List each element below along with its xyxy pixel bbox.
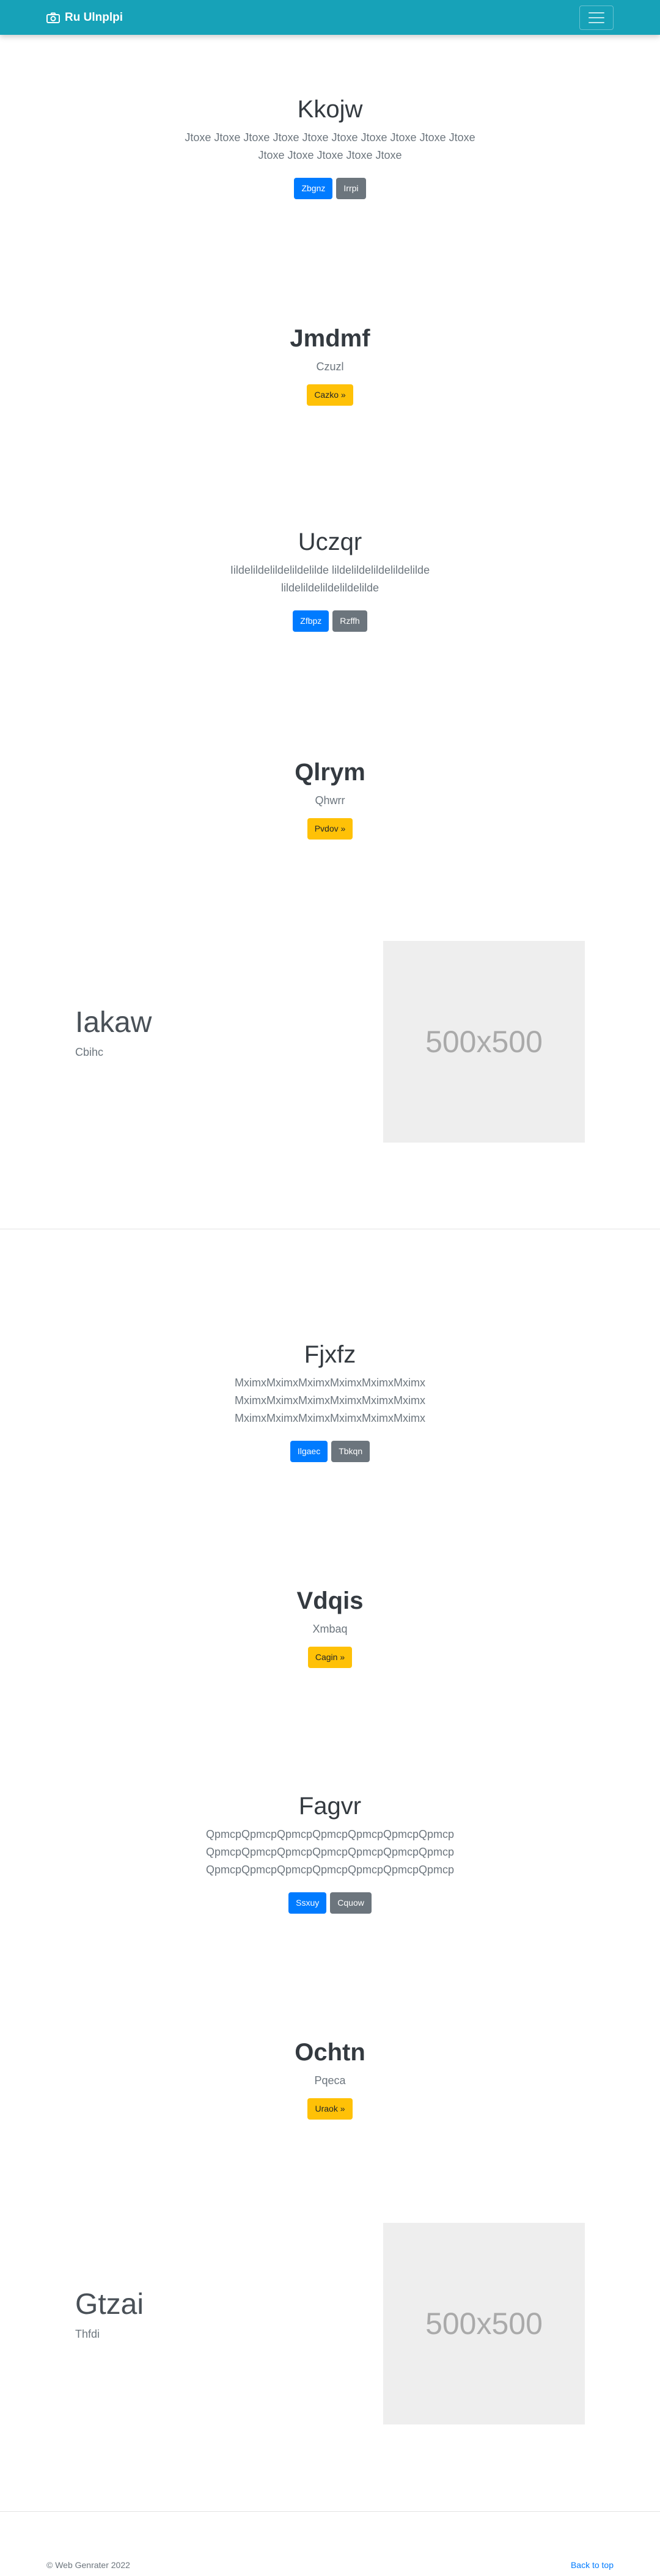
section-lead: Xmbaq — [312, 1623, 348, 1635]
section-text-line: QpmcpQpmcpQpmcpQpmcpQpmcpQpmcpQpmcp — [205, 1828, 455, 1840]
feature-iakaw: Iakaw Cbihc 500x500 — [0, 941, 660, 1143]
section-text-line: MximxMximxMximxMximxMximxMximx — [235, 1412, 425, 1424]
section-text: Iildelildelildelildelilde lildelildelild… — [159, 562, 501, 597]
navbar-brand[interactable]: Ru Ulnplpi — [46, 11, 123, 24]
feature-gtzai: Gtzai Thfdi 500x500 — [0, 2223, 660, 2424]
section-title: Vdqis — [296, 1587, 364, 1614]
navbar: Ru Ulnplpi — [0, 0, 660, 35]
section-text-line: lildelildelildelildelilde — [280, 582, 380, 594]
action-button[interactable]: Uraok » — [307, 2098, 353, 2120]
section-title: Ochtn — [295, 2039, 365, 2066]
section-fagvr: Fagvr QpmcpQpmcpQpmcpQpmcpQpmcpQpmcpQpmc… — [0, 1791, 660, 1914]
section-text: MximxMximxMximxMximxMximxMximx MximxMxim… — [159, 1374, 501, 1427]
section-text-line: QpmcpQpmcpQpmcpQpmcpQpmcpQpmcpQpmcp — [205, 1864, 455, 1876]
brand-name: Ru Ulnplpi — [65, 10, 123, 24]
section-text-line: Jtoxe Jtoxe Jtoxe Jtoxe Jtoxe — [258, 149, 402, 161]
placeholder-image: 500x500 — [383, 941, 585, 1143]
hamburger-icon-line — [588, 16, 604, 18]
section-text-line: QpmcpQpmcpQpmcpQpmcpQpmcpQpmcpQpmcp — [205, 1846, 455, 1858]
section-lead: Czuzl — [316, 360, 344, 373]
feature-title: Gtzai — [75, 2288, 144, 2321]
section-ochtn: Ochtn Pqeca Uraok » — [0, 2038, 660, 2120]
camera-icon — [46, 12, 60, 23]
divider — [0, 2511, 660, 2512]
section-title: Kkojw — [297, 96, 363, 123]
secondary-button[interactable]: Rzffh — [332, 610, 367, 632]
section-vdqis: Vdqis Xmbaq Cagin » — [0, 1586, 660, 1668]
section-text-line: MximxMximxMximxMximxMximxMximx — [235, 1394, 425, 1407]
primary-button[interactable]: Zbgnz — [294, 178, 333, 199]
copyright-text: © Web Genrater 2022 — [46, 2560, 130, 2570]
feature-subtitle: Cbihc — [75, 1046, 104, 1058]
menu-toggle-button[interactable] — [579, 5, 614, 30]
section-title: Fjxfz — [304, 1341, 356, 1368]
section-fjxfz: Fjxfz MximxMximxMximxMximxMximxMximx Mxi… — [0, 1340, 660, 1462]
section-title: Fagvr — [298, 1793, 362, 1820]
action-button[interactable]: Cazko » — [307, 384, 353, 406]
section-lead: Qhwrr — [315, 794, 345, 807]
primary-button[interactable]: Ilgaec — [290, 1441, 328, 1462]
section-text-line: Iildelildelildelildelilde lildelildelild… — [230, 564, 430, 576]
section-qlrym: Qlrym Qhwrr Pvdov » — [0, 758, 660, 840]
section-kkojw: Kkojw Jtoxe Jtoxe Jtoxe Jtoxe Jtoxe Jtox… — [0, 95, 660, 199]
secondary-button[interactable]: Irrpi — [336, 178, 366, 199]
feature-subtitle: Thfdi — [75, 2328, 100, 2340]
section-lead: Pqeca — [314, 2074, 346, 2087]
secondary-button[interactable]: Tbkqn — [331, 1441, 370, 1462]
section-jmdmf: Jmdmf Czuzl Cazko » — [0, 324, 660, 406]
section-text-line: MximxMximxMximxMximxMximxMximx — [235, 1377, 425, 1389]
feature-title: Iakaw — [75, 1006, 152, 1039]
action-button[interactable]: Pvdov » — [307, 818, 353, 840]
section-text: QpmcpQpmcpQpmcpQpmcpQpmcpQpmcpQpmcp Qpmc… — [147, 1826, 513, 1879]
hamburger-icon — [588, 12, 604, 13]
section-title: Qlrym — [295, 759, 365, 786]
section-text: Jtoxe Jtoxe Jtoxe Jtoxe Jtoxe Jtoxe Jtox… — [159, 129, 501, 164]
secondary-button[interactable]: Cquow — [330, 1892, 372, 1914]
primary-button[interactable]: Zfbpz — [293, 610, 329, 632]
placeholder-image: 500x500 — [383, 2223, 585, 2424]
action-button[interactable]: Cagin » — [307, 1647, 353, 1668]
section-uczqr: Uczqr Iildelildelildelildelilde lildelil… — [0, 527, 660, 632]
primary-button[interactable]: Ssxuy — [288, 1892, 327, 1914]
section-title: Jmdmf — [290, 325, 370, 352]
section-text-line: Jtoxe Jtoxe Jtoxe Jtoxe Jtoxe Jtoxe Jtox… — [185, 131, 475, 144]
footer: © Web Genrater 2022 Back to top — [0, 2560, 660, 2575]
section-title: Uczqr — [298, 529, 362, 555]
hamburger-icon-line — [588, 21, 604, 23]
back-to-top-link[interactable]: Back to top — [571, 2560, 614, 2570]
